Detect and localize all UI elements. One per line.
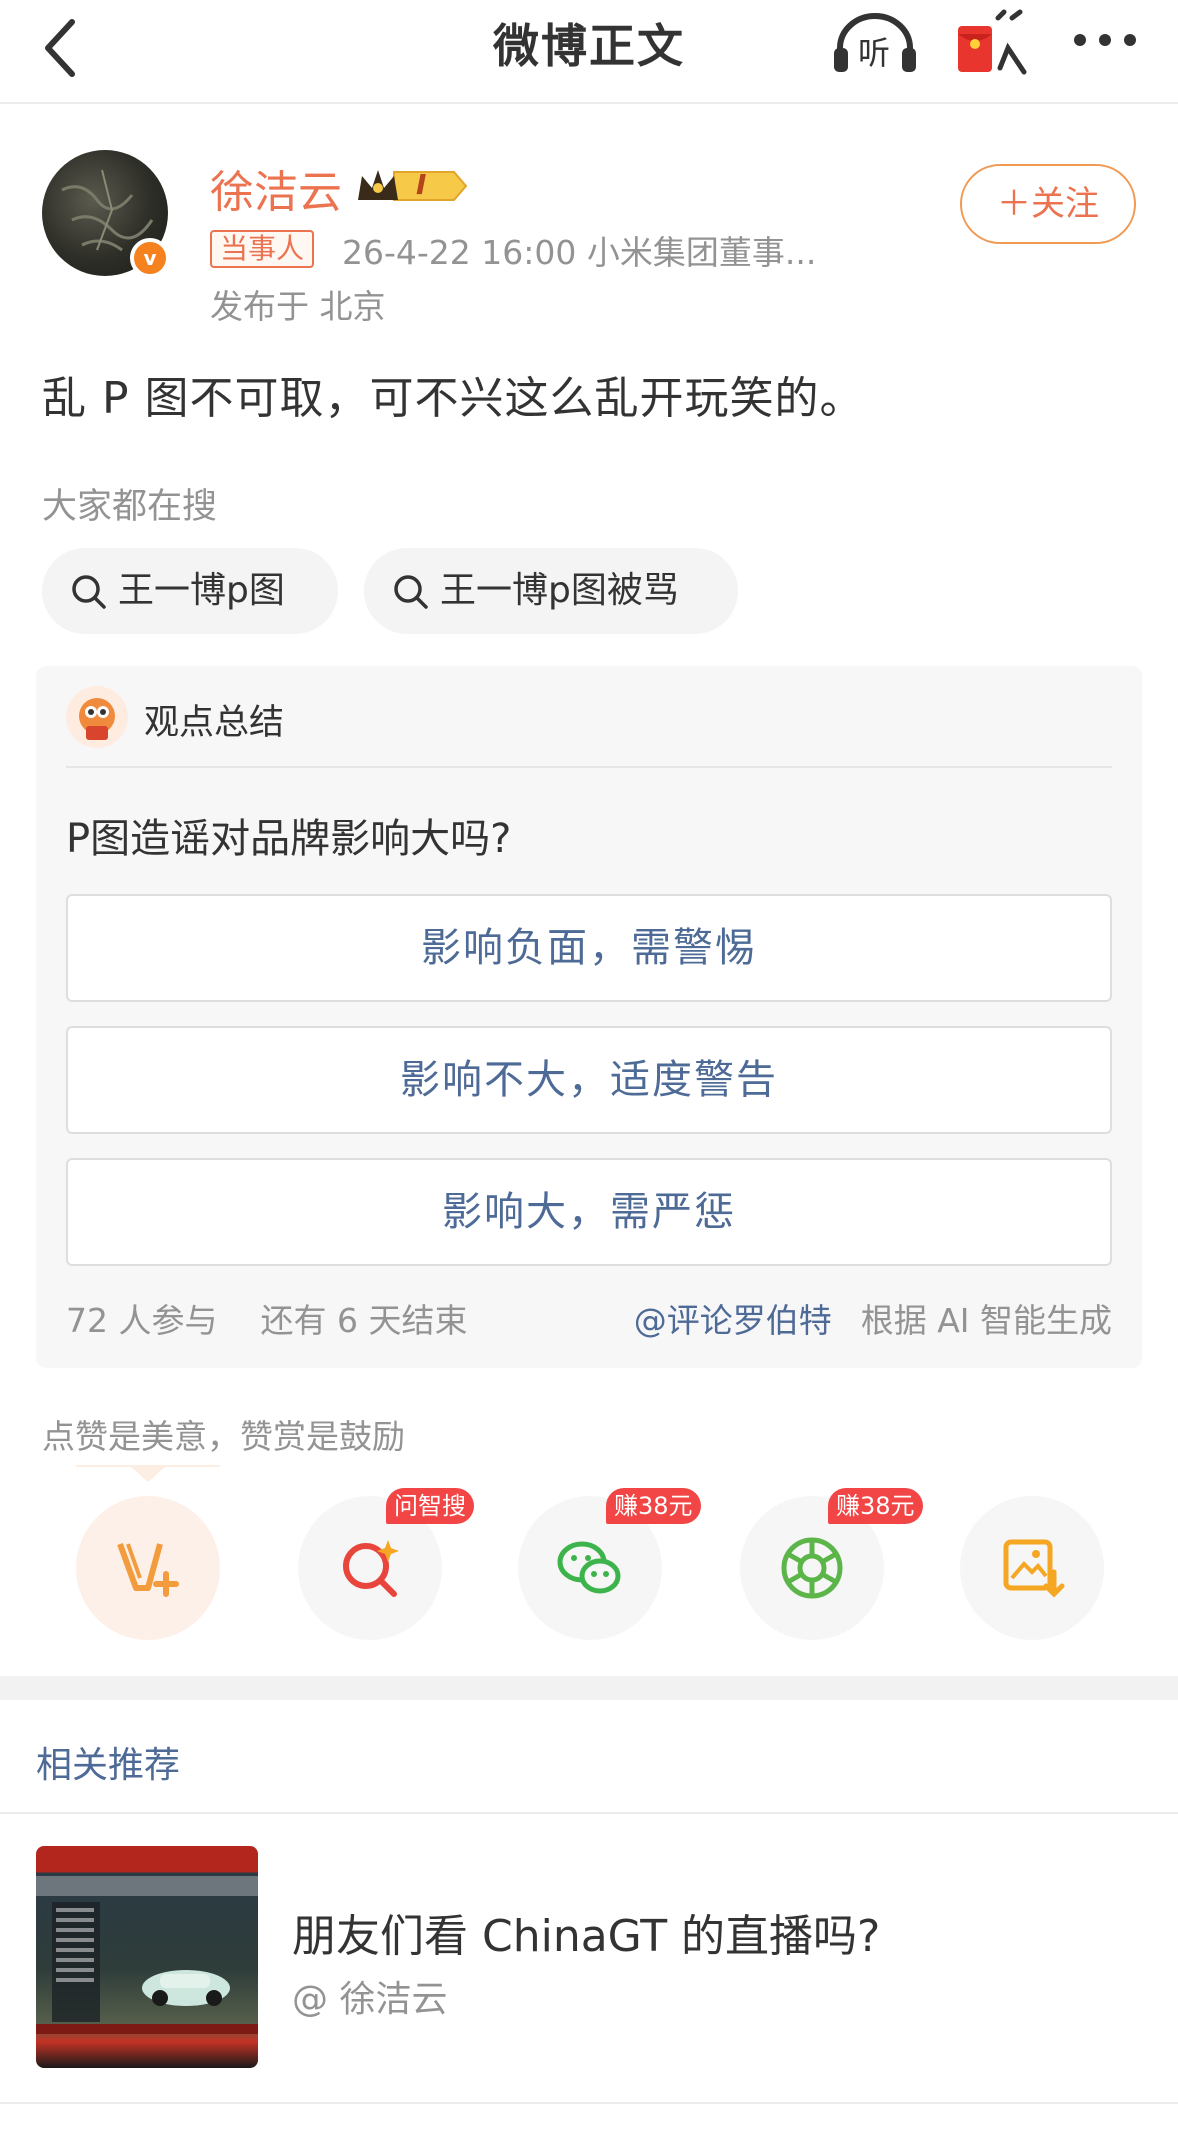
follow-button[interactable]: ＋关注: [960, 164, 1136, 244]
ai-search-icon: [343, 1540, 399, 1597]
save-image-button[interactable]: [960, 1496, 1104, 1640]
poll-option[interactable]: 影响大，需严惩: [66, 1158, 1112, 1266]
poll-stats: 72 人参与 还有 6 天结束: [66, 1294, 467, 1342]
wechat-icon: [557, 1541, 621, 1594]
divider: [66, 766, 1112, 768]
related-thumbnail[interactable]: [36, 1846, 258, 2068]
poll-remaining: 还有 6 天结束: [260, 1301, 468, 1340]
post-location: 发布于 北京: [210, 287, 386, 326]
more-button[interactable]: [1068, 22, 1142, 62]
robot-mention-link[interactable]: @评论罗伯特: [634, 1301, 832, 1340]
red-envelope-button[interactable]: [952, 8, 1032, 78]
author-name[interactable]: 徐洁云: [210, 156, 342, 220]
poll-option[interactable]: 影响负面，需警惕: [66, 894, 1112, 1002]
member-level-badge: I: [354, 162, 474, 214]
top-nav-bar: 微博正文 听: [0, 0, 1178, 104]
ask-ai-search-button[interactable]: 问智搜: [298, 1488, 474, 1640]
role-tag: 当事人: [210, 230, 315, 268]
member-level-text: I: [416, 168, 427, 201]
related-item-author[interactable]: @ 徐洁云: [292, 1970, 447, 2022]
section-separator: [0, 1676, 1178, 1700]
moments-badge: 赚38元: [828, 1488, 923, 1524]
divider: [0, 2102, 1178, 2104]
search-chip[interactable]: 王一博p图: [42, 548, 338, 634]
red-envelope-icon: [958, 9, 1027, 75]
race-car-thumbnail-image: [36, 1876, 258, 2034]
ai-note: 根据 AI 智能生成: [860, 1301, 1112, 1340]
divider: [0, 1812, 1178, 1814]
search-icon: [72, 575, 106, 609]
poll-question: P图造谣对品牌影响大吗?: [66, 816, 512, 862]
listen-button[interactable]: 听: [830, 8, 920, 78]
trending-search-label: 大家都在搜: [42, 487, 218, 527]
hint-pointer: [130, 1466, 166, 1482]
ask-badge: 问智搜: [386, 1488, 474, 1524]
search-chip[interactable]: 王一博p图被骂: [364, 548, 738, 634]
poll-participants: 72 人参与: [66, 1301, 218, 1340]
related-section-title: 相关推荐: [36, 1745, 181, 1786]
search-icon: [394, 575, 428, 609]
reward-v-plus-icon: [117, 1542, 179, 1597]
verified-badge-icon: v: [130, 238, 170, 278]
search-chip-label: 王一博p图被骂: [440, 570, 679, 611]
post-body: 乱 P 图不可取，可不兴这么乱开玩笑的。: [42, 373, 865, 424]
reward-hint: 点赞是美意，赞赏是鼓励: [42, 1417, 405, 1456]
poll-option[interactable]: 影响不大，适度警告: [66, 1026, 1112, 1134]
related-item-title[interactable]: 朋友们看 ChinaGT 的直播吗?: [292, 1900, 880, 1964]
moments-icon: [781, 1537, 843, 1599]
viewpoint-summary-card: 观点总结 P图造谣对品牌影响大吗? 影响负面，需警惕 影响不大，适度警告 影响大…: [36, 666, 1142, 1368]
share-wechat-button[interactable]: 赚38元: [518, 1488, 701, 1640]
crown-icon: [358, 170, 468, 201]
post-meta: 26-4-22 16:00 小米集团董事...: [342, 233, 817, 272]
wechat-badge: 赚38元: [606, 1488, 701, 1524]
robot-mascot-icon: [66, 686, 128, 748]
image-download-icon: [1003, 1539, 1065, 1598]
ai-source: @评论罗伯特 根据 AI 智能生成: [634, 1294, 1112, 1342]
listen-label: 听: [858, 34, 891, 72]
more-dots-icon: [1074, 34, 1136, 46]
search-chip-label: 王一博p图: [118, 570, 285, 611]
reward-button[interactable]: [76, 1496, 220, 1640]
share-moments-button[interactable]: 赚38元: [740, 1488, 923, 1640]
card-title: 观点总结: [144, 703, 285, 743]
